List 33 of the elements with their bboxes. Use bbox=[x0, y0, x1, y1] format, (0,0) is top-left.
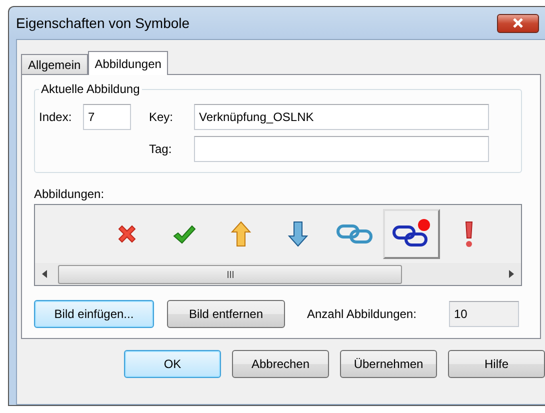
count-field[interactable]: 10 bbox=[449, 301, 519, 327]
close-icon bbox=[512, 18, 524, 28]
dialog-button[interactable]: Übernehmen bbox=[340, 350, 437, 378]
exclamation-icon bbox=[462, 219, 474, 249]
count-label: Anzahl Abbildungen: bbox=[307, 307, 418, 321]
window-title: Eigenschaften von Symbole bbox=[16, 15, 190, 31]
horizontal-scrollbar[interactable] bbox=[35, 263, 521, 285]
key-label: Key: bbox=[149, 110, 174, 124]
dialog-button[interactable]: Hilfe bbox=[448, 350, 545, 378]
key-field[interactable]: Verknüpfung_OSLNK bbox=[194, 104, 489, 130]
tag-label: Tag: bbox=[149, 142, 173, 156]
cross-icon bbox=[116, 223, 138, 245]
tab[interactable]: Abbildungen bbox=[88, 51, 168, 75]
close-button[interactable] bbox=[497, 14, 539, 32]
dialog-button[interactable]: OK bbox=[124, 350, 221, 378]
scroll-thumb[interactable] bbox=[58, 264, 402, 284]
remove-image-button[interactable]: Bild entfernen bbox=[167, 300, 285, 328]
group-title: Aktuelle Abbildung bbox=[40, 82, 141, 96]
grip-icon bbox=[226, 270, 234, 278]
up-arrow-icon bbox=[230, 220, 252, 248]
dialog-button[interactable]: Abbrechen bbox=[232, 350, 329, 378]
images-label: Abbildungen: bbox=[34, 187, 106, 201]
tab[interactable]: Allgemein bbox=[21, 54, 88, 74]
scroll-left-icon bbox=[42, 270, 48, 278]
scroll-right-icon bbox=[508, 270, 514, 278]
index-field[interactable]: 7 bbox=[83, 104, 131, 130]
down-arrow-icon bbox=[286, 220, 308, 248]
index-label: Index: bbox=[39, 110, 73, 124]
image-item[interactable] bbox=[383, 209, 440, 259]
chain-link-icon bbox=[336, 222, 374, 246]
checkmark-icon bbox=[172, 223, 196, 245]
insert-image-button[interactable]: Bild einfügen... bbox=[34, 300, 154, 328]
tag-field[interactable] bbox=[194, 136, 489, 162]
